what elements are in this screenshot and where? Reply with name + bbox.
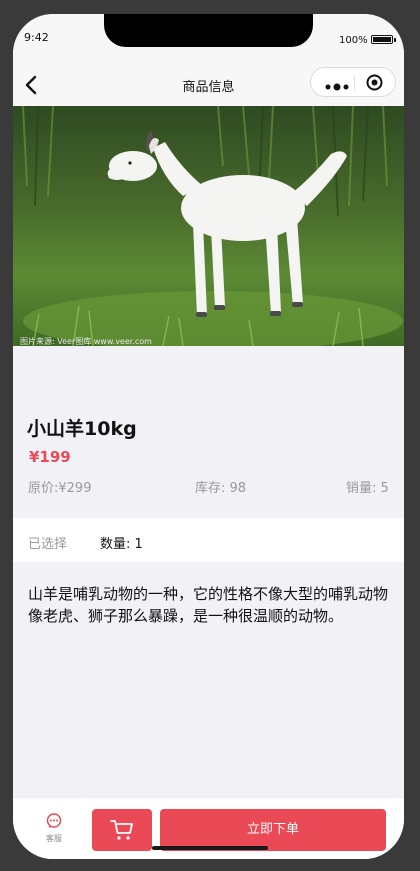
original-price: 原价:¥299 <box>28 481 92 496</box>
stock-count: 库存: 98 <box>195 481 247 496</box>
selected-options-row[interactable]: 已选择 数量: 1 <box>13 518 404 562</box>
quantity-value: 数量: 1 <box>100 537 143 552</box>
product-price: ¥199 <box>29 448 71 466</box>
target-icon[interactable] <box>366 74 383 91</box>
chat-icon <box>46 813 62 828</box>
cart-icon <box>110 820 133 840</box>
home-indicator <box>152 846 268 850</box>
cart-button[interactable] <box>92 809 152 851</box>
notch <box>104 14 313 47</box>
product-info: 小山羊10kg ¥199 原价:¥299 库存: 98 销量: 5 <box>13 346 404 518</box>
sales-count: 销量: 5 <box>346 481 389 496</box>
menu-capsule <box>310 67 396 97</box>
battery-percentage: 100% <box>339 35 368 46</box>
more-dots-icon[interactable] <box>324 77 352 91</box>
customer-service-button[interactable]: 客服 <box>39 809 69 849</box>
capsule-divider <box>354 75 355 91</box>
product-name: 小山羊10kg <box>27 418 137 440</box>
battery-tip <box>394 38 396 42</box>
service-label: 客服 <box>46 834 62 843</box>
navbar: 商品信息 <box>13 62 404 106</box>
battery-icon <box>371 35 393 44</box>
product-description: 山羊是哺乳动物的一种，它的性格不像大型的哺乳动物像老虎、狮子那么暴躁，是一种很温… <box>28 585 389 625</box>
selected-label: 已选择 <box>28 537 68 552</box>
status-time: 9:42 <box>24 31 49 44</box>
buy-now-button[interactable]: 立即下单 <box>160 809 386 851</box>
phone-screen: 9:42 100% 商品信息 图片来源: Veer图库 www.veer.com… <box>13 14 404 859</box>
product-image <box>13 106 404 346</box>
